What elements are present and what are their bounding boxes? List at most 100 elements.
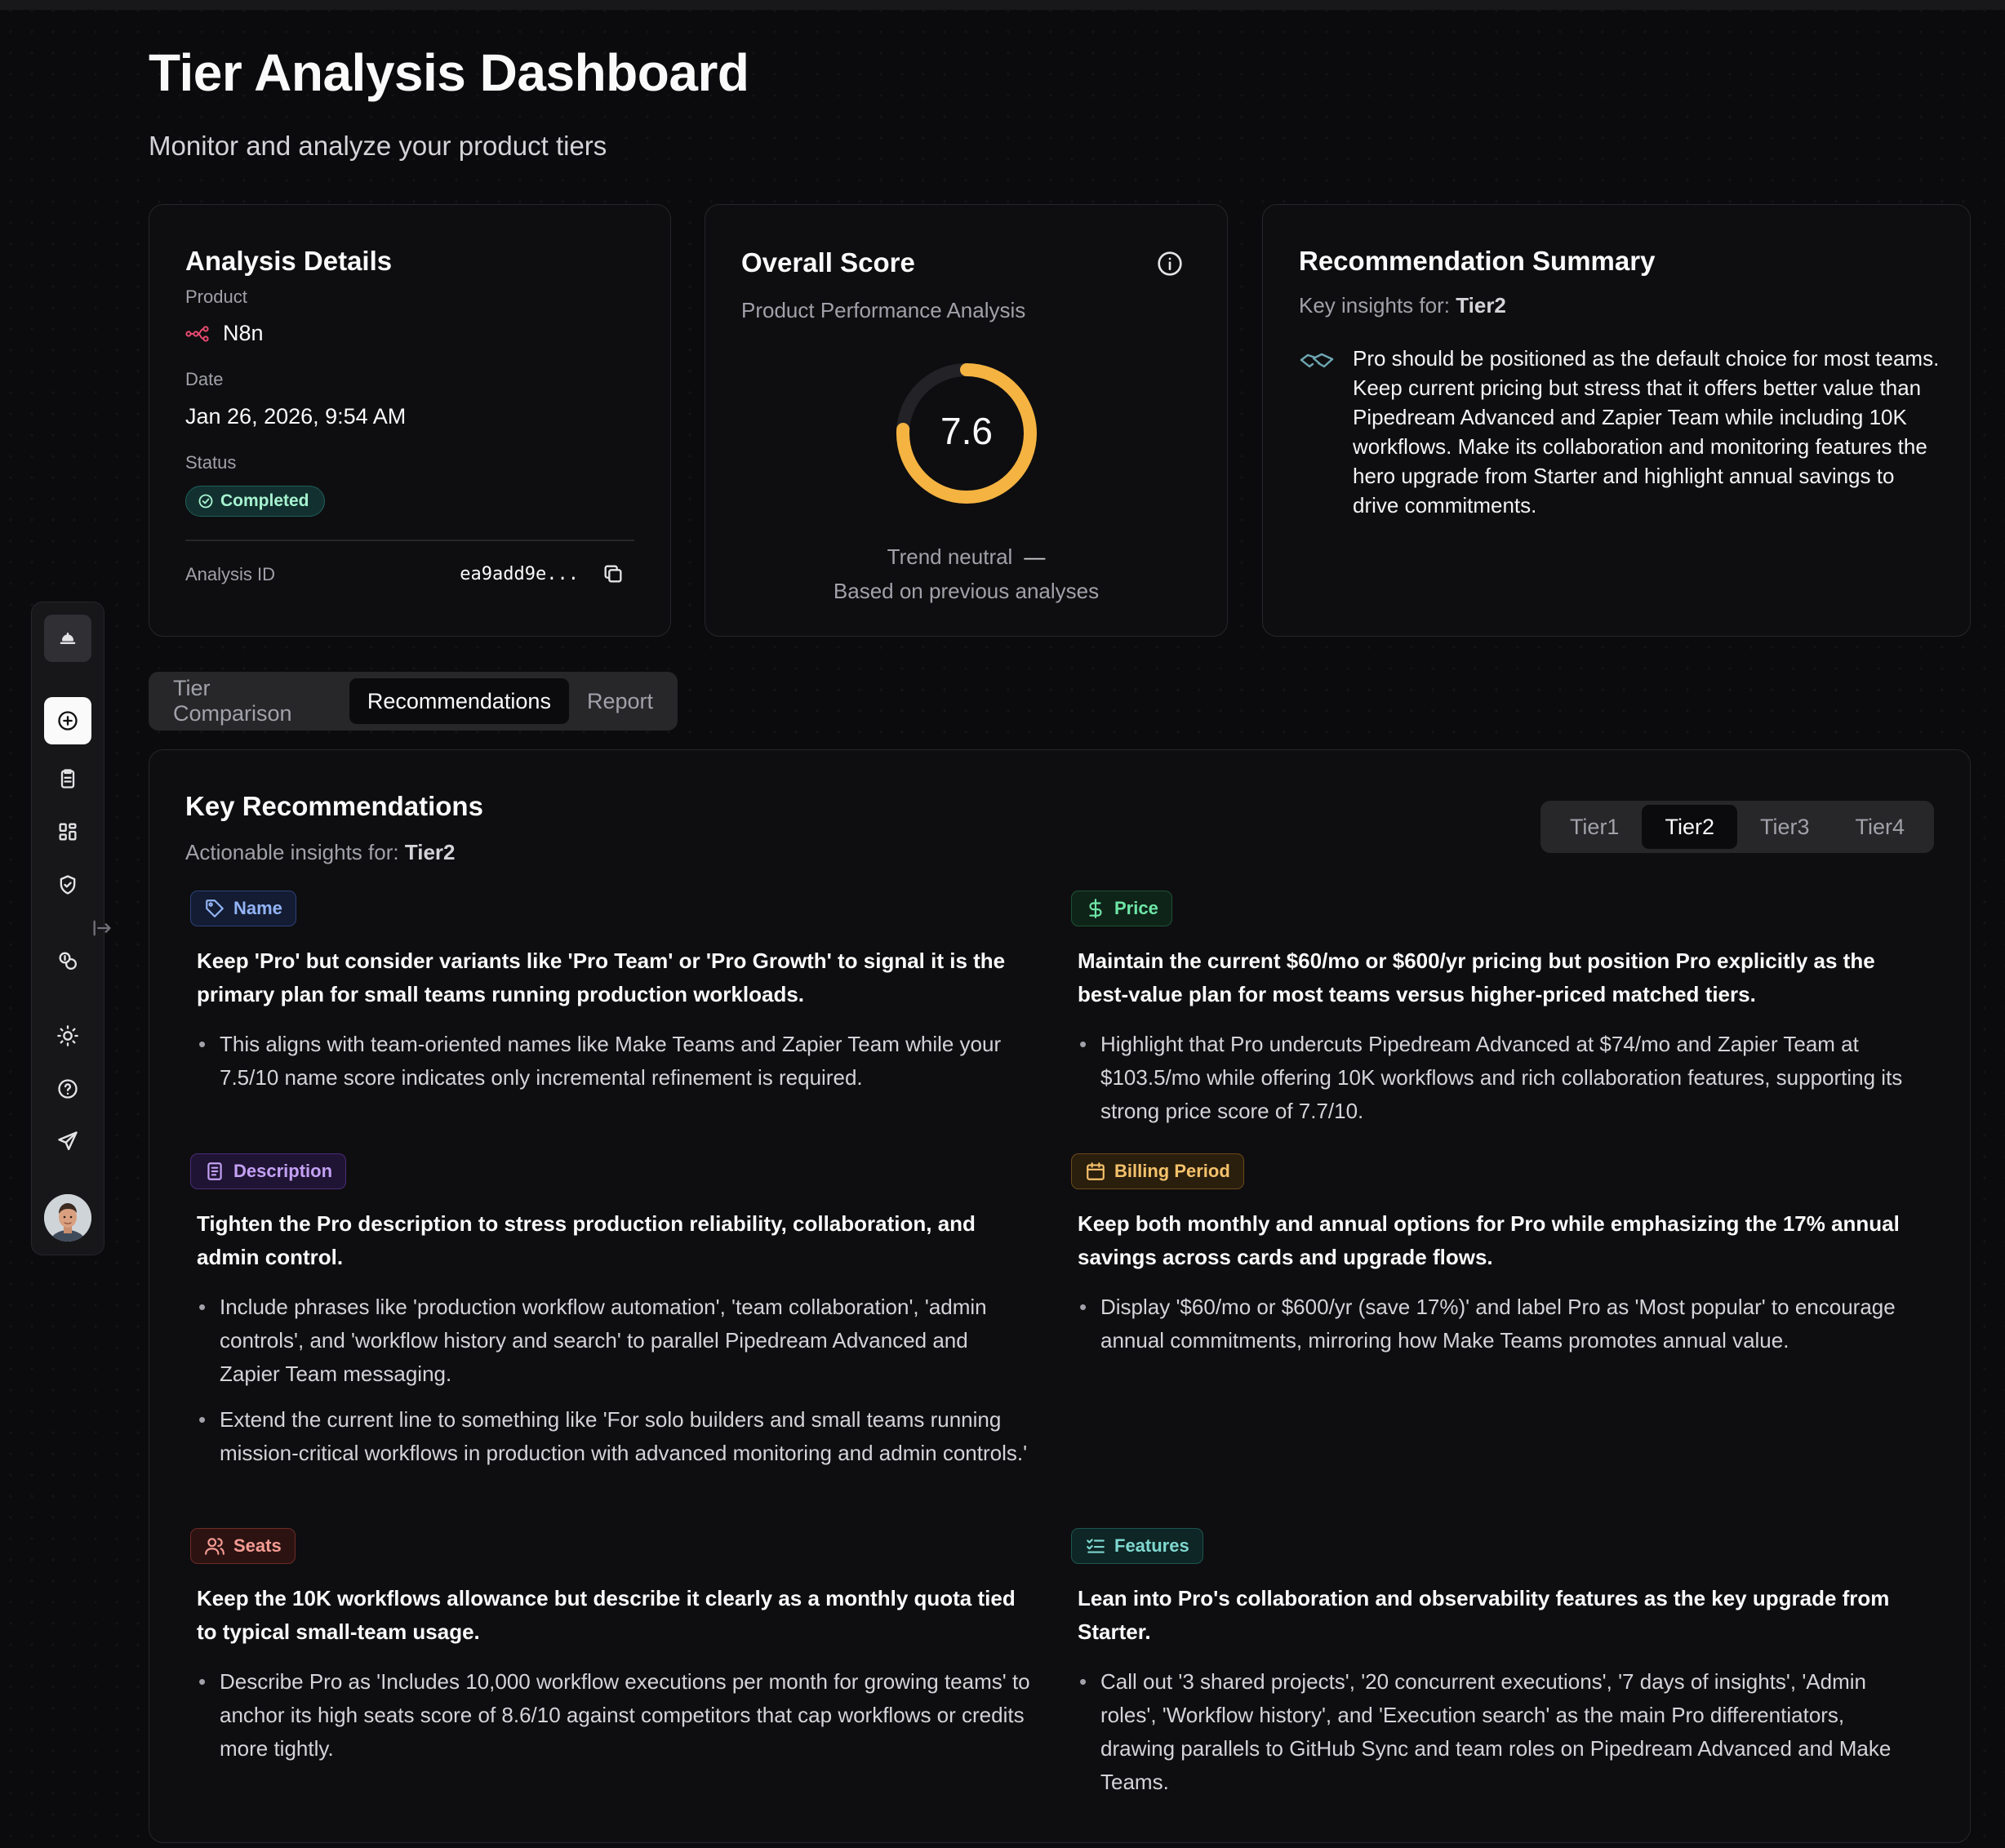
recommendation-heading: Maintain the current $60/mo or $600/yr p… bbox=[1078, 948, 1875, 1006]
date-value: Jan 26, 2026, 9:54 AM bbox=[185, 404, 407, 429]
dollar-icon bbox=[1089, 899, 1102, 918]
sidebar-item-dashboard[interactable] bbox=[44, 808, 91, 855]
card-title: Analysis Details bbox=[185, 246, 393, 276]
plus-circle-icon bbox=[58, 711, 78, 731]
tab-recommendations[interactable]: Recommendations bbox=[349, 678, 569, 724]
sidebar-item-reports[interactable] bbox=[44, 755, 91, 802]
card-title: Key Recommendations bbox=[185, 791, 483, 821]
insights-tier: Tier2 bbox=[404, 840, 456, 864]
sidebar-item-security[interactable] bbox=[44, 861, 91, 908]
recommendation-seats: Seats Keep the 10K workflows allowance b… bbox=[190, 1528, 1031, 1778]
check-circle-icon bbox=[198, 494, 213, 509]
status-label: Status bbox=[185, 452, 237, 473]
analysis-id-value: ea9add9e... bbox=[460, 564, 579, 584]
bullet-item: Include phrases like 'production workflo… bbox=[197, 1290, 1031, 1391]
insights-tier: Tier2 bbox=[1456, 293, 1506, 318]
badge-label: Features bbox=[1114, 1535, 1189, 1556]
copy-id-button[interactable] bbox=[597, 558, 629, 590]
new-analysis-button[interactable] bbox=[44, 697, 91, 744]
n8n-logo-icon bbox=[185, 325, 209, 342]
app-logo-icon[interactable] bbox=[44, 615, 91, 662]
category-badge: Billing Period bbox=[1071, 1153, 1244, 1189]
help-circle-icon bbox=[58, 1079, 78, 1099]
bullet-item: This aligns with team-oriented names lik… bbox=[197, 1028, 1031, 1095]
recommendation-heading: Keep both monthly and annual options for… bbox=[1078, 1211, 1900, 1269]
overall-score-card: Overall Score Product Performance Analys… bbox=[705, 204, 1228, 637]
analysis-id-label: Analysis ID bbox=[185, 564, 276, 584]
based-on-text: Based on previous analyses bbox=[833, 579, 1100, 603]
tier-tab-4[interactable]: Tier4 bbox=[1832, 805, 1927, 849]
recommendation-bullets: This aligns with team-oriented names lik… bbox=[190, 1028, 1031, 1095]
info-button[interactable] bbox=[1157, 251, 1183, 277]
key-recommendations-card: Key Recommendations Actionable insights … bbox=[149, 749, 1971, 1843]
trend-label: Trend neutral bbox=[887, 544, 1013, 569]
category-badge: Seats bbox=[190, 1528, 296, 1564]
product-label: Product bbox=[185, 287, 247, 307]
badge-label: Name bbox=[233, 898, 282, 918]
help-button[interactable] bbox=[44, 1065, 91, 1113]
insights-line: Actionable insights for: Tier2 bbox=[185, 840, 456, 865]
sidebar-expand-button[interactable] bbox=[90, 916, 114, 940]
status-value: Completed bbox=[220, 491, 309, 510]
card-subtitle: Product Performance Analysis bbox=[741, 298, 1026, 322]
clipboard-icon bbox=[60, 769, 75, 789]
recommendation-name: Name Keep 'Pro' but consider variants li… bbox=[190, 891, 1031, 1107]
bullet-item: Extend the current line to something lik… bbox=[197, 1403, 1031, 1470]
recommendation-features: Features Lean into Pro's collaboration a… bbox=[1071, 1528, 1912, 1811]
card-title: Recommendation Summary bbox=[1299, 246, 1656, 276]
tier-tab-3[interactable]: Tier3 bbox=[1737, 805, 1833, 849]
product-value: N8n bbox=[223, 321, 264, 345]
page-subtitle: Monitor and analyze your product tiers bbox=[149, 131, 607, 161]
recommendation-bullets: Highlight that Pro undercuts Pipedream A… bbox=[1071, 1028, 1912, 1128]
badge-label: Price bbox=[1114, 898, 1158, 918]
score-value: 7.6 bbox=[940, 410, 993, 452]
category-badge: Name bbox=[190, 891, 296, 926]
checklist-icon bbox=[1087, 1539, 1105, 1553]
insights-prefix: Actionable insights for: bbox=[185, 840, 399, 864]
date-label: Date bbox=[185, 369, 224, 389]
handshake-icon bbox=[1299, 349, 1335, 373]
tier-tab-2[interactable]: Tier2 bbox=[1642, 805, 1737, 849]
insights-line: Key insights for: Tier2 bbox=[1299, 293, 1506, 318]
main-tabs: Tier Comparison Recommendations Report bbox=[149, 672, 678, 731]
bullet-item: Describe Pro as 'Includes 10,000 workflo… bbox=[197, 1665, 1031, 1766]
category-badge: Description bbox=[190, 1153, 347, 1189]
send-icon bbox=[58, 1131, 78, 1151]
feedback-button[interactable] bbox=[44, 1117, 91, 1165]
tab-report[interactable]: Report bbox=[569, 678, 671, 724]
card-title: Overall Score bbox=[741, 247, 915, 278]
page-title: Tier Analysis Dashboard bbox=[149, 43, 749, 102]
recommendation-heading: Keep the 10K workflows allowance but des… bbox=[197, 1586, 1016, 1644]
sidebar-item-pricing[interactable] bbox=[44, 937, 91, 984]
recommendation-bullets: Include phrases like 'production workflo… bbox=[190, 1290, 1031, 1470]
recommendation-heading: Keep 'Pro' but consider variants like 'P… bbox=[197, 948, 1006, 1006]
trend-text: Trend neutral — bbox=[705, 544, 1227, 570]
status-badge: Completed bbox=[185, 486, 325, 517]
recommendation-heading: Lean into Pro's collaboration and observ… bbox=[1078, 1586, 1890, 1644]
bullet-item: Call out '3 shared projects', '20 concur… bbox=[1078, 1665, 1912, 1799]
tab-tier-comparison[interactable]: Tier Comparison bbox=[155, 676, 349, 726]
document-icon bbox=[207, 1162, 222, 1180]
category-badge: Features bbox=[1071, 1528, 1203, 1564]
calendar-icon bbox=[1087, 1162, 1105, 1180]
grid-icon bbox=[59, 823, 77, 841]
recommendation-heading: Tighten the Pro description to stress pr… bbox=[197, 1211, 976, 1269]
tier-tabs: Tier1 Tier2 Tier3 Tier4 bbox=[1540, 801, 1934, 853]
recommendation-description: Description Tighten the Pro description … bbox=[190, 1153, 1031, 1482]
recommendation-price: Price Maintain the current $60/mo or $60… bbox=[1071, 891, 1912, 1140]
info-icon bbox=[1158, 251, 1182, 276]
top-bar bbox=[0, 0, 2005, 10]
divider bbox=[185, 540, 634, 541]
theme-toggle[interactable] bbox=[44, 1012, 91, 1059]
tier-tab-1[interactable]: Tier1 bbox=[1547, 805, 1643, 849]
avatar[interactable] bbox=[44, 1194, 91, 1242]
analysis-details-card: Analysis Details Product N8n Date Jan 26… bbox=[149, 204, 671, 637]
panel-expand-icon bbox=[93, 920, 111, 936]
recommendation-summary-card: Recommendation Summary Key insights for:… bbox=[1262, 204, 1971, 637]
category-badge: Price bbox=[1071, 891, 1172, 926]
users-icon bbox=[205, 1538, 225, 1555]
badge-label: Billing Period bbox=[1114, 1161, 1230, 1181]
coins-icon bbox=[59, 952, 77, 970]
recommendation-bullets: Display '$60/mo or $600/yr (save 17%)' a… bbox=[1071, 1290, 1912, 1357]
recommendation-bullets: Call out '3 shared projects', '20 concur… bbox=[1071, 1665, 1912, 1799]
